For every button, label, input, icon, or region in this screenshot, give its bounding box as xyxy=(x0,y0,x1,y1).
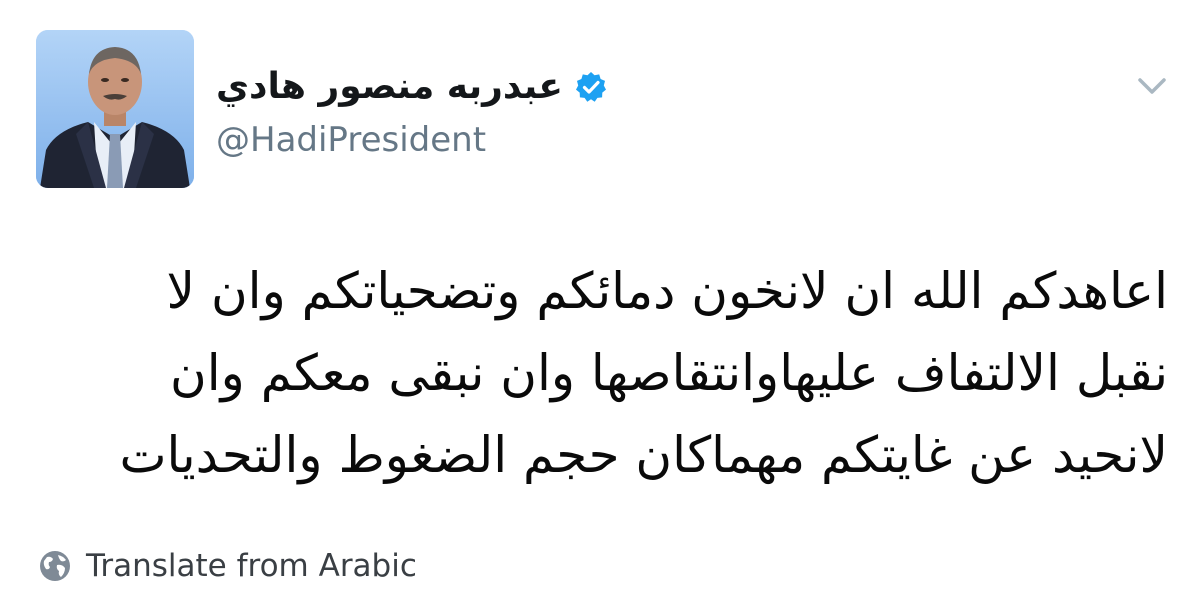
globe-icon xyxy=(38,549,72,583)
display-name[interactable]: عبدربه منصور هادي xyxy=(216,65,563,109)
avatar-portrait xyxy=(36,30,194,188)
tweet-line: اعاهدكم الله ان لانخون دمائكم وتضحياتكم … xyxy=(166,262,1168,320)
chevron-down-icon[interactable] xyxy=(1136,74,1168,98)
translate-button[interactable]: Translate from Arabic xyxy=(38,546,417,586)
verified-badge-icon xyxy=(575,71,607,103)
profile-header: عبدربه منصور هادي @HadiPresident xyxy=(216,62,656,162)
avatar[interactable] xyxy=(36,30,194,188)
user-handle[interactable]: @HadiPresident xyxy=(216,118,656,162)
tweet-text: اعاهدكم الله ان لانخون دمائكم وتضحياتكم … xyxy=(38,250,1168,496)
tweet-line: لانحيد عن غايتكم مهماكان حجم الضغوط والت… xyxy=(119,426,1168,484)
name-row: عبدربه منصور هادي xyxy=(216,62,656,112)
tweet-line: نقبل الالتفاف عليهاوانتقاصها وان نبقى مع… xyxy=(170,344,1168,402)
translate-label[interactable]: Translate from Arabic xyxy=(86,546,417,586)
